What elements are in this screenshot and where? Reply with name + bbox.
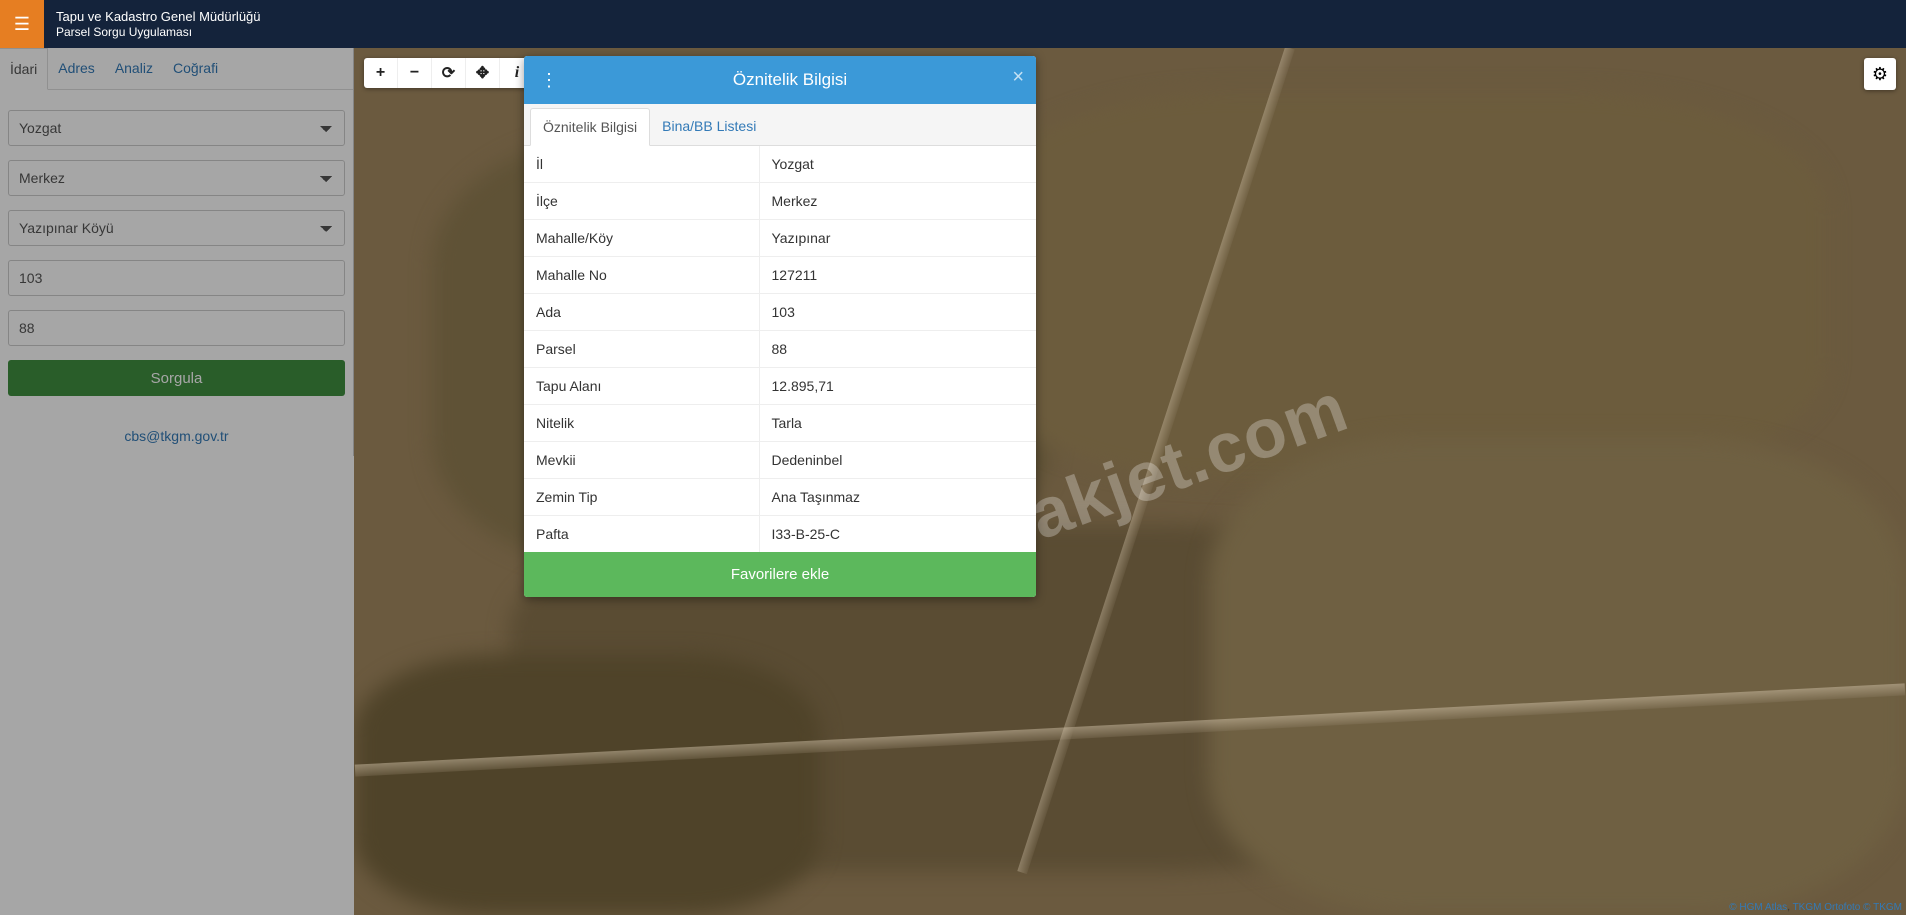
ilce-select[interactable]: Merkez [8, 160, 345, 196]
hamburger-icon: ☰ [14, 14, 30, 35]
attr-value: Yozgat [759, 146, 1036, 183]
attr-key: Mahalle No [524, 257, 759, 294]
modal-title: Öznitelik Bilgisi [560, 70, 1020, 90]
attr-value: I33-B-25-C [759, 516, 1036, 553]
attr-key: Parsel [524, 331, 759, 368]
modal-header: ⋮ Öznitelik Bilgisi × [524, 56, 1036, 104]
table-row: Tapu Alanı12.895,71 [524, 368, 1036, 405]
ada-input[interactable] [8, 260, 345, 296]
table-row: MevkiiDedeninbel [524, 442, 1036, 479]
attr-value: Tarla [759, 405, 1036, 442]
attr-key: Mahalle/Köy [524, 220, 759, 257]
il-select[interactable]: Yozgat [8, 110, 345, 146]
sidebar-tab-analiz[interactable]: Analiz [105, 48, 163, 89]
attr-value: Ana Taşınmaz [759, 479, 1036, 516]
attr-key: Pafta [524, 516, 759, 553]
contact-email-link[interactable]: cbs@tkgm.gov.tr [124, 428, 228, 444]
sidebar-tab-cografi[interactable]: Coğrafi [163, 48, 228, 89]
close-icon: × [1012, 66, 1024, 88]
modal-tab-bina[interactable]: Bina/BB Listesi [650, 108, 768, 145]
zoom-out-button[interactable]: − [398, 58, 432, 88]
attribution-tkgm[interactable]: TKGM Ortofoto © TKGM [1790, 902, 1902, 913]
attr-value: Yazıpınar [759, 220, 1036, 257]
table-row: PaftaI33-B-25-C [524, 516, 1036, 553]
refresh-icon: ⟳ [442, 63, 455, 83]
table-row: Mahalle No127211 [524, 257, 1036, 294]
sidebar-tabs: İdari Adres Analiz Coğrafi [0, 48, 353, 90]
attr-key: Mevkii [524, 442, 759, 479]
attr-value: 12.895,71 [759, 368, 1036, 405]
query-button[interactable]: Sorgula [8, 360, 345, 396]
sidebar-tab-adres[interactable]: Adres [48, 48, 105, 89]
header-title-line1: Tapu ve Kadastro Genel Müdürlüğü [56, 9, 261, 25]
info-icon: i [515, 64, 519, 82]
header-titles: Tapu ve Kadastro Genel Müdürlüğü Parsel … [56, 9, 261, 39]
table-row: Zemin TipAna Taşınmaz [524, 479, 1036, 516]
table-row: NitelikTarla [524, 405, 1036, 442]
vertical-dots-icon: ⋮ [540, 70, 558, 90]
attr-key: Tapu Alanı [524, 368, 759, 405]
attribution-hgm[interactable]: © HGM Atlas [1729, 902, 1787, 913]
settings-button[interactable]: ⚙ [1864, 58, 1896, 90]
attr-value: 127211 [759, 257, 1036, 294]
modal-tabs: Öznitelik Bilgisi Bina/BB Listesi [524, 104, 1036, 146]
modal-close-button[interactable]: × [1012, 66, 1024, 89]
attr-value: Merkez [759, 183, 1036, 220]
table-row: Parsel88 [524, 331, 1036, 368]
gear-icon: ⚙ [1872, 64, 1888, 85]
header-title-line2: Parsel Sorgu Uygulaması [56, 25, 261, 39]
attr-value: 88 [759, 331, 1036, 368]
minus-icon: − [410, 64, 419, 82]
menu-toggle-button[interactable]: ☰ [0, 0, 44, 48]
map-view[interactable]: + − ⟳ ✥ i ⚙ emlakjet.com © HGM Atlas, TK… [354, 48, 1906, 915]
modal-tab-oznitelik[interactable]: Öznitelik Bilgisi [530, 108, 650, 146]
map-attribution: © HGM Atlas, TKGM Ortofoto © TKGM [1729, 902, 1902, 913]
query-form: Yozgat Merkez Yazıpınar Köyü [0, 90, 353, 416]
locate-button[interactable]: ✥ [466, 58, 500, 88]
crosshair-icon: ✥ [476, 63, 489, 83]
table-row: İlçeMerkez [524, 183, 1036, 220]
zoom-in-button[interactable]: + [364, 58, 398, 88]
attr-value: Dedeninbel [759, 442, 1036, 479]
add-favorites-button[interactable]: Favorilere ekle [524, 552, 1036, 597]
modal-body: İlYozgatİlçeMerkezMahalle/KöyYazıpınarMa… [524, 146, 1036, 552]
map-toolbar: + − ⟳ ✥ i [364, 58, 534, 88]
sidebar-tab-idari[interactable]: İdari [0, 48, 48, 90]
feature-table: İlYozgatİlçeMerkezMahalle/KöyYazıpınarMa… [524, 146, 1036, 552]
koy-select[interactable]: Yazıpınar Köyü [8, 210, 345, 246]
app-header: ☰ Tapu ve Kadastro Genel Müdürlüğü Parse… [0, 0, 1906, 48]
table-row: İlYozgat [524, 146, 1036, 183]
feature-info-modal: ⋮ Öznitelik Bilgisi × Öznitelik Bilgisi … [524, 56, 1036, 597]
attr-key: İlçe [524, 183, 759, 220]
refresh-button[interactable]: ⟳ [432, 58, 466, 88]
modal-menu-button[interactable]: ⋮ [540, 71, 560, 89]
plus-icon: + [376, 64, 385, 82]
table-row: Mahalle/KöyYazıpınar [524, 220, 1036, 257]
attr-key: Zemin Tip [524, 479, 759, 516]
attr-key: Nitelik [524, 405, 759, 442]
table-row: Ada103 [524, 294, 1036, 331]
sidebar: İdari Adres Analiz Coğrafi Yozgat Merkez [0, 48, 354, 456]
attr-value: 103 [759, 294, 1036, 331]
attr-key: İl [524, 146, 759, 183]
attr-key: Ada [524, 294, 759, 331]
parsel-input[interactable] [8, 310, 345, 346]
sidebar-footer: cbs@tkgm.gov.tr [0, 416, 353, 456]
